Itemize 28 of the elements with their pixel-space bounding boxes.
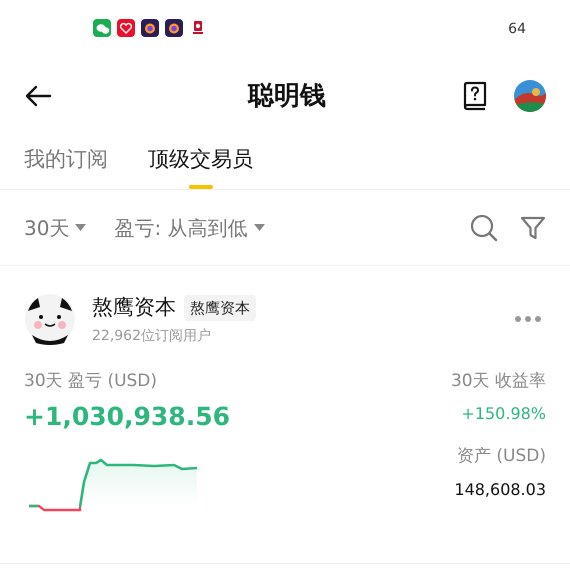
more-icon[interactable] <box>514 315 542 324</box>
caret-icon <box>254 224 265 231</box>
panda-avatar <box>24 293 76 346</box>
trader-tag: 熬鹰资本 <box>184 294 256 321</box>
roi-label: 30天 收益率 <box>450 370 546 392</box>
battery-level: 64 <box>508 20 526 38</box>
assets-label: 资产 (USD) <box>457 445 546 468</box>
assets-value: 148,608.03 <box>454 478 546 500</box>
caret-icon <box>75 224 86 231</box>
app-notification-icon <box>117 19 135 37</box>
roi-value: +150.98% <box>461 403 546 425</box>
page-title: 聪明钱 <box>248 80 326 112</box>
filter-dropdown[interactable]: 30天 <box>24 212 86 242</box>
pnl-label: 30天 盈亏 (USD) <box>24 370 158 392</box>
app-notification-icon <box>141 19 159 37</box>
filter-icon[interactable] <box>520 214 546 240</box>
trader-name[interactable]: 熬鹰资本 <box>92 292 176 324</box>
tab[interactable]: 我的订阅 <box>24 144 108 189</box>
avatar[interactable] <box>514 80 546 112</box>
help-book-icon[interactable] <box>462 81 488 111</box>
subscriber-count: 22,962位订阅用户 <box>92 326 212 346</box>
app-notification-icon <box>165 19 183 37</box>
pnl-value: +1,030,938.56 <box>24 401 231 433</box>
back-arrow-icon[interactable] <box>24 85 52 107</box>
filter-dropdown[interactable]: 盈亏: 从高到低 <box>114 212 265 242</box>
app-notification-icon <box>93 19 111 37</box>
tab[interactable]: 顶级交易员 <box>148 144 253 189</box>
search-icon[interactable] <box>470 214 498 242</box>
